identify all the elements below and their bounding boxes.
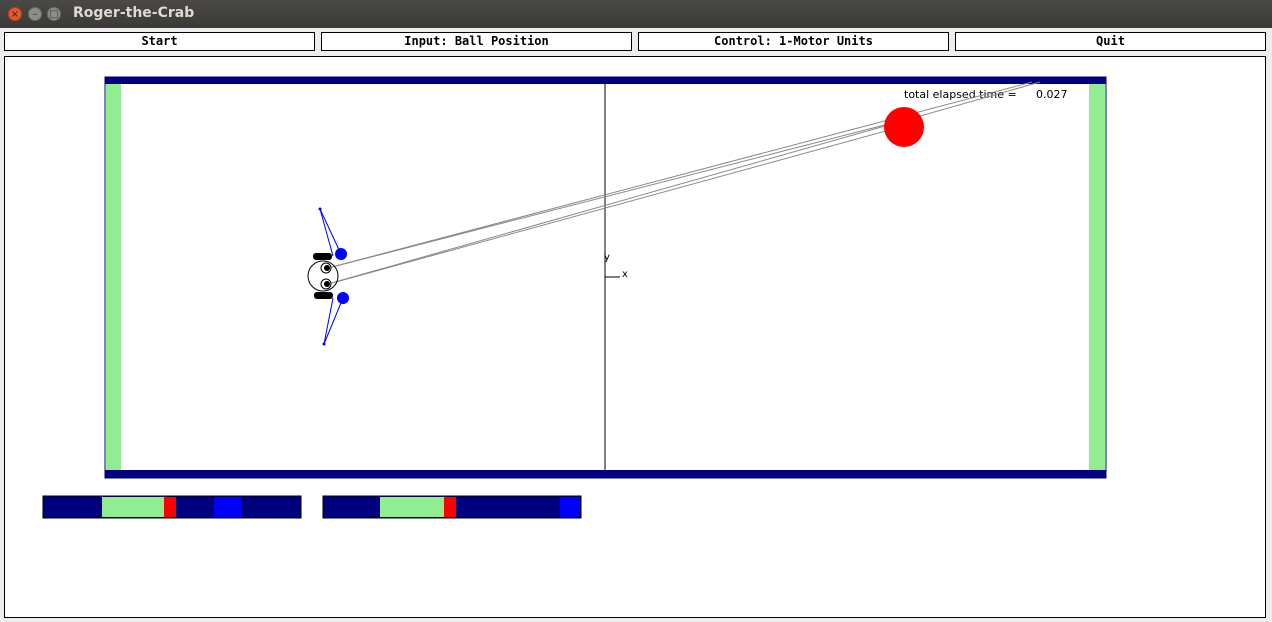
axis-y-label: y bbox=[604, 252, 610, 263]
arena-top-wall bbox=[105, 77, 1106, 84]
upper-wheel bbox=[313, 253, 332, 260]
elapsed-time-value: 0.027 bbox=[1036, 88, 1068, 101]
elapsed-time-label: total elapsed time = bbox=[904, 88, 1017, 101]
lower-wheel bbox=[314, 292, 333, 299]
arena-right-wall bbox=[1089, 84, 1105, 470]
left-eye-image bbox=[42, 495, 302, 519]
lower-hand bbox=[337, 292, 349, 304]
arena-bottom-wall bbox=[105, 470, 1106, 478]
simulation-drawing: x y total elapsed time = 0.027 bbox=[42, 76, 1107, 519]
ball bbox=[884, 107, 924, 147]
axis-x-label: x bbox=[622, 269, 628, 280]
upper-hand bbox=[335, 248, 347, 260]
arena-left-wall bbox=[106, 84, 121, 470]
right-eye-image bbox=[322, 495, 582, 519]
